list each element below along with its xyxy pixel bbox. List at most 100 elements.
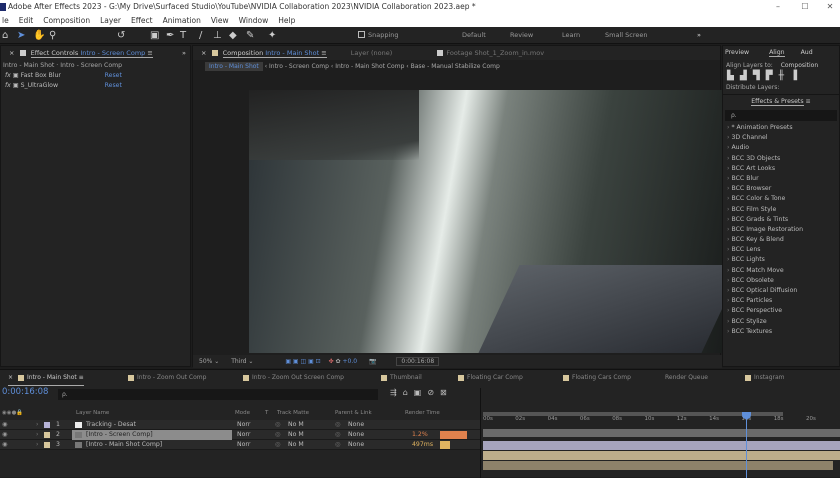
effect-row[interactable]: fx ▣ S_UltraGlow Reset bbox=[1, 81, 190, 91]
preset-folder[interactable]: › BCC Obsolete bbox=[727, 276, 839, 286]
layer-row[interactable]: ◉ › 3 [Intro - Main Shot Comp] Norr ◎ No M ◎ Non… bbox=[0, 440, 480, 450]
timeline-tab[interactable]: Intro - Zoom Out Screen Comp bbox=[240, 370, 344, 385]
minimize-button[interactable]: – bbox=[768, 0, 788, 14]
tab-align[interactable]: Align bbox=[769, 49, 785, 57]
exposure-value[interactable]: +0.0 bbox=[342, 358, 357, 365]
menu-layer[interactable]: Layer bbox=[100, 14, 121, 27]
preset-folder[interactable]: › BCC Blur bbox=[727, 174, 839, 184]
layer-search-input[interactable]: ρ. bbox=[58, 389, 378, 400]
pen-tool-icon[interactable]: ✒ bbox=[166, 29, 174, 42]
roto-brush-icon[interactable]: ✎ bbox=[246, 29, 254, 42]
workspace-learn[interactable]: Learn bbox=[562, 31, 580, 39]
preset-folder[interactable]: › BCC Art Looks bbox=[727, 164, 839, 174]
preset-folder[interactable]: › BCC Lights bbox=[727, 255, 839, 265]
parent-dropdown[interactable]: None bbox=[348, 440, 364, 450]
visibility-icon[interactable]: ◉ bbox=[2, 430, 7, 440]
timeline-tab[interactable]: Floating Cars Comp bbox=[560, 370, 631, 385]
preset-folder[interactable]: › BCC Textures bbox=[727, 327, 839, 337]
composition-tab[interactable]: Composition Intro - Main Shot ≡ bbox=[222, 49, 327, 58]
mode-dropdown[interactable]: Norr bbox=[237, 430, 250, 440]
snapping-checkbox[interactable] bbox=[358, 31, 365, 38]
menu-effect[interactable]: Effect bbox=[131, 14, 153, 27]
layer-row[interactable]: ◉ › 2 [Intro - Screen Comp] Norr ◎ No M ◎ None 1.… bbox=[0, 430, 480, 440]
eraser-tool-icon[interactable]: ◆ bbox=[229, 29, 237, 42]
preset-folder[interactable]: › Audio bbox=[727, 143, 839, 153]
menu-view[interactable]: View bbox=[211, 14, 229, 27]
align-target-dropdown[interactable]: Composition bbox=[781, 62, 818, 69]
menu-help[interactable]: Help bbox=[278, 14, 295, 27]
mode-dropdown[interactable]: Norr bbox=[237, 420, 250, 430]
menu-file[interactable]: le bbox=[2, 14, 9, 27]
effect-row[interactable]: fx ▣ Fast Box Blur Reset bbox=[1, 71, 190, 81]
tab-audio[interactable]: Aud bbox=[801, 49, 813, 56]
parent-dropdown[interactable]: None bbox=[348, 420, 364, 430]
preset-folder[interactable]: › BCC Perspective bbox=[727, 306, 839, 316]
breadcrumb-item[interactable]: Intro - Main Shot Comp bbox=[335, 63, 404, 70]
preset-folder[interactable]: › BCC Key & Blend bbox=[727, 235, 839, 245]
home-icon[interactable]: ⌂ bbox=[2, 29, 8, 42]
mode-dropdown[interactable]: Norr bbox=[237, 440, 250, 450]
label-color[interactable] bbox=[44, 432, 50, 438]
preset-folder[interactable]: › 3D Channel bbox=[727, 133, 839, 143]
timeline-tab[interactable]: × Intro - Main Shot ≡ bbox=[8, 370, 84, 386]
resolution-dropdown[interactable]: Third bbox=[231, 358, 246, 365]
preset-folder[interactable]: › BCC Optical Diffusion bbox=[727, 286, 839, 296]
puppet-pin-icon[interactable]: ✦ bbox=[268, 29, 276, 42]
label-color[interactable] bbox=[44, 442, 50, 448]
playhead[interactable] bbox=[746, 412, 747, 478]
menu-animation[interactable]: Animation bbox=[163, 14, 201, 27]
preset-folder[interactable]: › BCC 3D Objects bbox=[727, 154, 839, 164]
breadcrumb-item[interactable]: Intro - Screen Comp bbox=[269, 63, 329, 70]
timeline-tab[interactable]: Render Queue bbox=[665, 370, 708, 385]
snapshot-icon[interactable]: 📷 bbox=[369, 358, 376, 365]
color-management-icon[interactable]: ✤ bbox=[329, 358, 334, 365]
rectangle-tool-icon[interactable]: ▣ bbox=[150, 29, 159, 42]
more-workspaces-button[interactable]: » bbox=[697, 31, 701, 39]
tab-preview[interactable]: Preview bbox=[725, 49, 749, 56]
workspace-default[interactable]: Default bbox=[462, 31, 486, 39]
effects-search-input[interactable]: ρ. bbox=[725, 110, 837, 121]
menu-composition[interactable]: Composition bbox=[43, 14, 90, 27]
zoom-dropdown[interactable]: 50% bbox=[199, 358, 212, 365]
timeline-timecode[interactable]: 0:00:16:08 bbox=[2, 387, 48, 397]
visibility-icon[interactable]: ◉ bbox=[2, 420, 7, 430]
zoom-tool-icon[interactable]: ⚲ bbox=[49, 29, 56, 42]
preset-folder[interactable]: › BCC Stylize bbox=[727, 317, 839, 327]
effect-controls-tab[interactable]: Effect Controls Intro - Screen Comp ≡ bbox=[30, 49, 153, 58]
composition-viewer-image[interactable] bbox=[249, 90, 743, 353]
view-options-icons[interactable]: ▣ ▣ ◫ ▣ ⊡ bbox=[285, 358, 320, 365]
preset-folder[interactable]: › BCC Image Restoration bbox=[727, 225, 839, 235]
preset-folder[interactable]: › BCC Lens bbox=[727, 245, 839, 255]
track-matte-dropdown[interactable]: No M bbox=[288, 430, 304, 440]
preset-folder[interactable]: › BCC Color & Tone bbox=[727, 194, 839, 204]
layer-row[interactable]: ◉ › 1 Tracking - Desat Norr ◎ No M ◎ None bbox=[0, 420, 480, 430]
layer-bar-1[interactable] bbox=[483, 441, 840, 450]
reset-button[interactable]: Reset bbox=[105, 72, 122, 79]
timeline-tab[interactable]: Thumbnail bbox=[378, 370, 422, 385]
layer-bar-3[interactable] bbox=[483, 461, 833, 470]
selection-tool-icon[interactable]: ➤ bbox=[17, 29, 25, 42]
layer-name[interactable]: [Intro - Screen Comp] bbox=[72, 430, 232, 440]
layer-bar-2[interactable] bbox=[483, 451, 840, 460]
preset-folder[interactable]: › BCC Particles bbox=[727, 296, 839, 306]
reset-button[interactable]: Reset bbox=[105, 82, 122, 89]
breadcrumb-item[interactable]: Base - Manual Stabilize Comp bbox=[411, 63, 500, 70]
workspace-review[interactable]: Review bbox=[510, 31, 533, 39]
preset-folder[interactable]: › BCC Match Move bbox=[727, 266, 839, 276]
track-matte-dropdown[interactable]: No M bbox=[288, 440, 304, 450]
visibility-icon[interactable]: ◉ bbox=[2, 440, 7, 450]
track-matte-dropdown[interactable]: No M bbox=[288, 420, 304, 430]
type-tool-icon[interactable]: T bbox=[180, 29, 186, 42]
footage-tab[interactable]: Footage Shot_1_Zoom_in.mov bbox=[434, 49, 544, 57]
breadcrumb-item[interactable]: Intro - Main Shot bbox=[205, 62, 263, 71]
current-time-display[interactable]: 0:00:16:08 bbox=[396, 357, 440, 366]
layer-name[interactable]: Tracking - Desat bbox=[72, 420, 232, 430]
preset-folder[interactable]: › BCC Grads & Tints bbox=[727, 215, 839, 225]
menu-edit[interactable]: Edit bbox=[19, 14, 34, 27]
timeline-tab[interactable]: Intro - Zoom Out Comp bbox=[125, 370, 206, 385]
hand-tool-icon[interactable]: ✋ bbox=[33, 29, 45, 42]
workspace-small-screen[interactable]: Small Screen bbox=[605, 31, 647, 39]
stamp-tool-icon[interactable]: ⊥ bbox=[213, 29, 222, 42]
brush-tool-icon[interactable]: / bbox=[199, 29, 202, 42]
menu-window[interactable]: Window bbox=[239, 14, 269, 27]
